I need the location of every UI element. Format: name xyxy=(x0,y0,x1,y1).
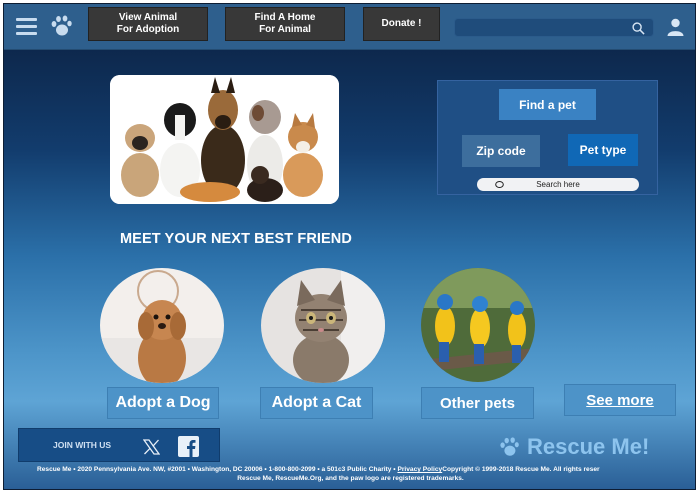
privacy-policy-link[interactable]: Privacy Policy xyxy=(397,466,442,473)
header-search-input[interactable] xyxy=(461,21,621,35)
adopt-a-dog-label: Adopt a Dog xyxy=(115,394,211,411)
nav-label-line1: View Animal xyxy=(118,12,178,23)
copyright-text: Copyright © 1999-2018 Rescue Me. All rig… xyxy=(442,466,600,473)
legal-line-1: Rescue Me • 2020 Pennsylvania Ave. NW, #… xyxy=(37,465,600,474)
nav-find-home-for-animal-button[interactable]: Find A Home For Animal xyxy=(225,7,345,41)
search-icon[interactable] xyxy=(632,22,645,35)
facebook-icon[interactable] xyxy=(178,436,199,457)
nav-label-line2: For Adoption xyxy=(116,24,180,35)
nav-view-animal-for-adoption-button[interactable]: View Animal For Adoption xyxy=(88,7,208,41)
see-more-link[interactable]: See more xyxy=(564,384,676,416)
dog-photo[interactable] xyxy=(100,268,224,383)
x-twitter-icon[interactable] xyxy=(143,439,160,455)
group-of-dogs-photo xyxy=(110,75,339,204)
pet-type-label: Pet type xyxy=(579,143,627,157)
dog-image xyxy=(100,268,224,383)
nav-label-line1: Find A Home xyxy=(254,12,316,23)
parrots-image xyxy=(421,268,535,382)
brand-name: Rescue Me! xyxy=(527,434,650,459)
user-icon[interactable] xyxy=(667,18,684,36)
zip-code-label: Zip code xyxy=(476,144,526,158)
legal-address-text: Rescue Me • 2020 Pennsylvania Ave. NW, #… xyxy=(37,466,398,473)
cat-photo[interactable] xyxy=(261,268,385,383)
other-pets-button[interactable]: Other pets xyxy=(421,387,534,419)
nav-label: Donate ! xyxy=(381,18,422,29)
adopt-a-cat-label: Adopt a Cat xyxy=(271,394,362,411)
find-a-pet-button[interactable]: Find a pet xyxy=(499,89,596,120)
top-header: View Animal For Adoption Find A Home For… xyxy=(4,4,695,50)
pet-type-button[interactable]: Pet type xyxy=(568,134,638,166)
join-with-us-bar: JOIN WITH US xyxy=(18,428,220,462)
page-headline: MEET YOUR NEXT BEST FRIEND xyxy=(120,231,352,247)
join-with-us-label: JOIN WITH US xyxy=(53,440,112,450)
parrots-photo[interactable] xyxy=(421,268,535,382)
adopt-a-cat-button[interactable]: Adopt a Cat xyxy=(260,387,373,419)
other-pets-label: Other pets xyxy=(439,394,515,412)
adopt-a-dog-button[interactable]: Adopt a Dog xyxy=(107,387,219,419)
nav-label-line2: For Animal xyxy=(259,24,311,35)
find-pet-panel: Find a pet Zip code Pet type Search here xyxy=(437,80,658,195)
legal-line-2: Rescue Me, RescueMe.Org, and the paw log… xyxy=(237,475,464,482)
cat-image xyxy=(261,268,385,383)
find-a-pet-label: Find a pet xyxy=(519,97,576,112)
header-search-bar xyxy=(454,18,654,37)
paw-icon[interactable] xyxy=(49,14,73,38)
page-frame: View Animal For Adoption Find A Home For… xyxy=(3,3,696,490)
search-icon xyxy=(495,181,504,188)
hamburger-menu-icon[interactable] xyxy=(16,18,37,36)
paw-icon xyxy=(500,437,519,456)
see-more-label: See more xyxy=(586,391,654,409)
panel-search-input[interactable]: Search here xyxy=(477,178,639,191)
zip-code-button[interactable]: Zip code xyxy=(462,135,540,167)
panel-search-placeholder: Search here xyxy=(536,180,580,189)
nav-donate-button[interactable]: Donate ! xyxy=(363,7,440,41)
hero-dogs-image xyxy=(110,75,339,204)
brand-logo[interactable]: Rescue Me! xyxy=(497,432,649,462)
